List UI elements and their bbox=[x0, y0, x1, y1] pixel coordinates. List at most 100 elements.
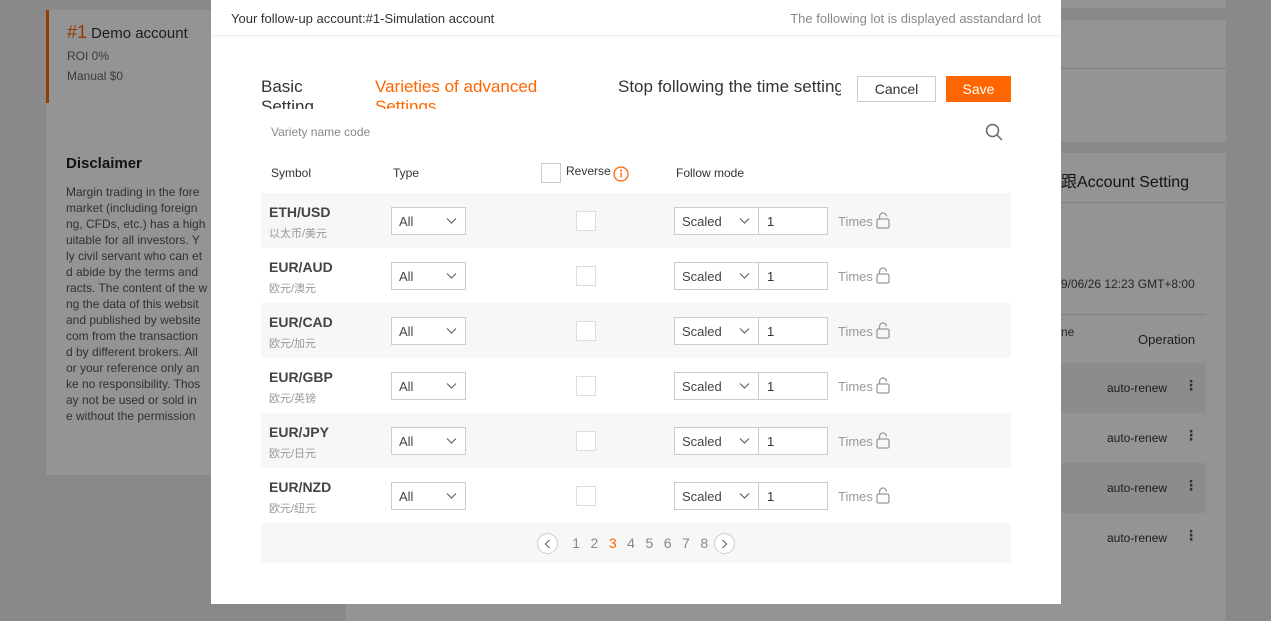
settings-tabs: Basic Setting Varieties of advanced Sett… bbox=[261, 77, 841, 109]
chevron-left-icon bbox=[544, 539, 550, 549]
type-select[interactable]: All bbox=[391, 482, 466, 510]
type-value: All bbox=[399, 324, 414, 339]
type-value: All bbox=[399, 434, 414, 449]
page-link[interactable]: 4 bbox=[622, 535, 640, 551]
info-icon[interactable] bbox=[613, 166, 629, 182]
multiplier-input[interactable] bbox=[758, 482, 828, 510]
reverse-checkbox[interactable] bbox=[576, 431, 596, 451]
symbol-code: ETH/USD bbox=[269, 204, 331, 220]
type-value: All bbox=[399, 489, 414, 504]
chevron-down-icon bbox=[446, 273, 457, 279]
multiplier-input[interactable] bbox=[758, 372, 828, 400]
page-link[interactable]: 5 bbox=[640, 535, 658, 551]
varieties-table: ETH/USD 以太币/美元 All Scaled Times EUR/AUD … bbox=[261, 193, 1011, 523]
lock-icon[interactable] bbox=[875, 486, 891, 504]
type-value: All bbox=[399, 379, 414, 394]
type-select[interactable]: All bbox=[391, 427, 466, 455]
follow-mode-select[interactable]: Scaled bbox=[674, 262, 759, 290]
header-type: Type bbox=[393, 166, 420, 180]
chevron-right-icon bbox=[722, 539, 728, 549]
reverse-checkbox[interactable] bbox=[576, 321, 596, 341]
follow-mode-select[interactable]: Scaled bbox=[674, 427, 759, 455]
symbol-name: 欧元/英镑 bbox=[269, 393, 317, 405]
table-row: EUR/GBP 欧元/英镑 All Scaled Times bbox=[261, 358, 1011, 413]
type-value: All bbox=[399, 269, 414, 284]
lot-note: The following lot is displayed asstandar… bbox=[790, 11, 1041, 26]
search-icon[interactable] bbox=[985, 123, 1003, 141]
follow-mode-select[interactable]: Scaled bbox=[674, 372, 759, 400]
chevron-down-icon bbox=[739, 328, 750, 334]
multiplier-input[interactable] bbox=[758, 262, 828, 290]
times-label: Times bbox=[838, 324, 873, 339]
chevron-down-icon bbox=[739, 438, 750, 444]
follow-mode-value: Scaled bbox=[682, 324, 722, 339]
page-link-current[interactable]: 3 bbox=[604, 535, 622, 551]
multiplier-input[interactable] bbox=[758, 427, 828, 455]
page-link[interactable]: 6 bbox=[658, 535, 676, 551]
tab-advanced-settings[interactable]: Varieties of advanced Settings bbox=[375, 77, 575, 109]
lock-icon[interactable] bbox=[875, 431, 891, 449]
chevron-down-icon bbox=[446, 438, 457, 444]
header-reverse: Reverse bbox=[566, 164, 611, 178]
table-row: EUR/AUD 欧元/澳元 All Scaled Times bbox=[261, 248, 1011, 303]
type-select[interactable]: All bbox=[391, 317, 466, 345]
times-label: Times bbox=[838, 214, 873, 229]
page-numbers: 12345678 bbox=[567, 535, 713, 551]
symbol-code: EUR/JPY bbox=[269, 424, 329, 440]
follow-account-label: Your follow-up account:#1-Simulation acc… bbox=[231, 11, 495, 26]
chevron-down-icon bbox=[739, 383, 750, 389]
pagination: 12345678 bbox=[261, 523, 1011, 563]
lock-icon[interactable] bbox=[875, 266, 891, 284]
symbol-code: EUR/NZD bbox=[269, 479, 332, 495]
next-page-button[interactable] bbox=[714, 533, 735, 554]
prev-page-button[interactable] bbox=[537, 533, 558, 554]
chevron-down-icon bbox=[739, 493, 750, 499]
follow-mode-value: Scaled bbox=[682, 434, 722, 449]
follow-mode-select[interactable]: Scaled bbox=[674, 317, 759, 345]
search-bar bbox=[261, 120, 1011, 146]
reverse-checkbox[interactable] bbox=[576, 211, 596, 231]
tab-stop-following-time[interactable]: Stop following the time setting bbox=[618, 77, 841, 97]
modal-top-bar: Your follow-up account:#1-Simulation acc… bbox=[211, 0, 1061, 36]
cancel-button[interactable]: Cancel bbox=[857, 76, 936, 102]
multiplier-input[interactable] bbox=[758, 317, 828, 345]
type-select[interactable]: All bbox=[391, 372, 466, 400]
reverse-all-checkbox[interactable] bbox=[541, 163, 561, 183]
table-row: ETH/USD 以太币/美元 All Scaled Times bbox=[261, 193, 1011, 248]
chevron-down-icon bbox=[446, 328, 457, 334]
times-label: Times bbox=[838, 434, 873, 449]
follow-mode-select[interactable]: Scaled bbox=[674, 482, 759, 510]
header-follow-mode: Follow mode bbox=[676, 166, 745, 180]
page-link[interactable]: 2 bbox=[585, 535, 603, 551]
symbol-name: 以太币/美元 bbox=[269, 228, 328, 240]
follow-mode-value: Scaled bbox=[682, 269, 722, 284]
type-select[interactable]: All bbox=[391, 207, 466, 235]
type-select[interactable]: All bbox=[391, 262, 466, 290]
reverse-checkbox[interactable] bbox=[576, 486, 596, 506]
reverse-checkbox[interactable] bbox=[576, 376, 596, 396]
symbol-name: 欧元/加元 bbox=[269, 338, 317, 350]
chevron-down-icon bbox=[739, 273, 750, 279]
times-label: Times bbox=[838, 269, 873, 284]
tab-basic-setting[interactable]: Basic Setting bbox=[261, 77, 341, 109]
advanced-settings-modal: Your follow-up account:#1-Simulation acc… bbox=[211, 0, 1061, 604]
reverse-checkbox[interactable] bbox=[576, 266, 596, 286]
save-button[interactable]: Save bbox=[946, 76, 1011, 102]
follow-mode-value: Scaled bbox=[682, 379, 722, 394]
page-link[interactable]: 7 bbox=[677, 535, 695, 551]
symbol-name: 欧元/日元 bbox=[269, 448, 317, 460]
symbol-code: EUR/AUD bbox=[269, 259, 333, 275]
type-value: All bbox=[399, 214, 414, 229]
lock-icon[interactable] bbox=[875, 376, 891, 394]
chevron-down-icon bbox=[739, 218, 750, 224]
page-link[interactable]: 8 bbox=[695, 535, 713, 551]
times-label: Times bbox=[838, 379, 873, 394]
lock-icon[interactable] bbox=[875, 321, 891, 339]
follow-mode-value: Scaled bbox=[682, 489, 722, 504]
search-input[interactable] bbox=[261, 120, 981, 144]
multiplier-input[interactable] bbox=[758, 207, 828, 235]
table-row: EUR/JPY 欧元/日元 All Scaled Times bbox=[261, 413, 1011, 468]
lock-icon[interactable] bbox=[875, 211, 891, 229]
follow-mode-select[interactable]: Scaled bbox=[674, 207, 759, 235]
page-link[interactable]: 1 bbox=[567, 535, 585, 551]
